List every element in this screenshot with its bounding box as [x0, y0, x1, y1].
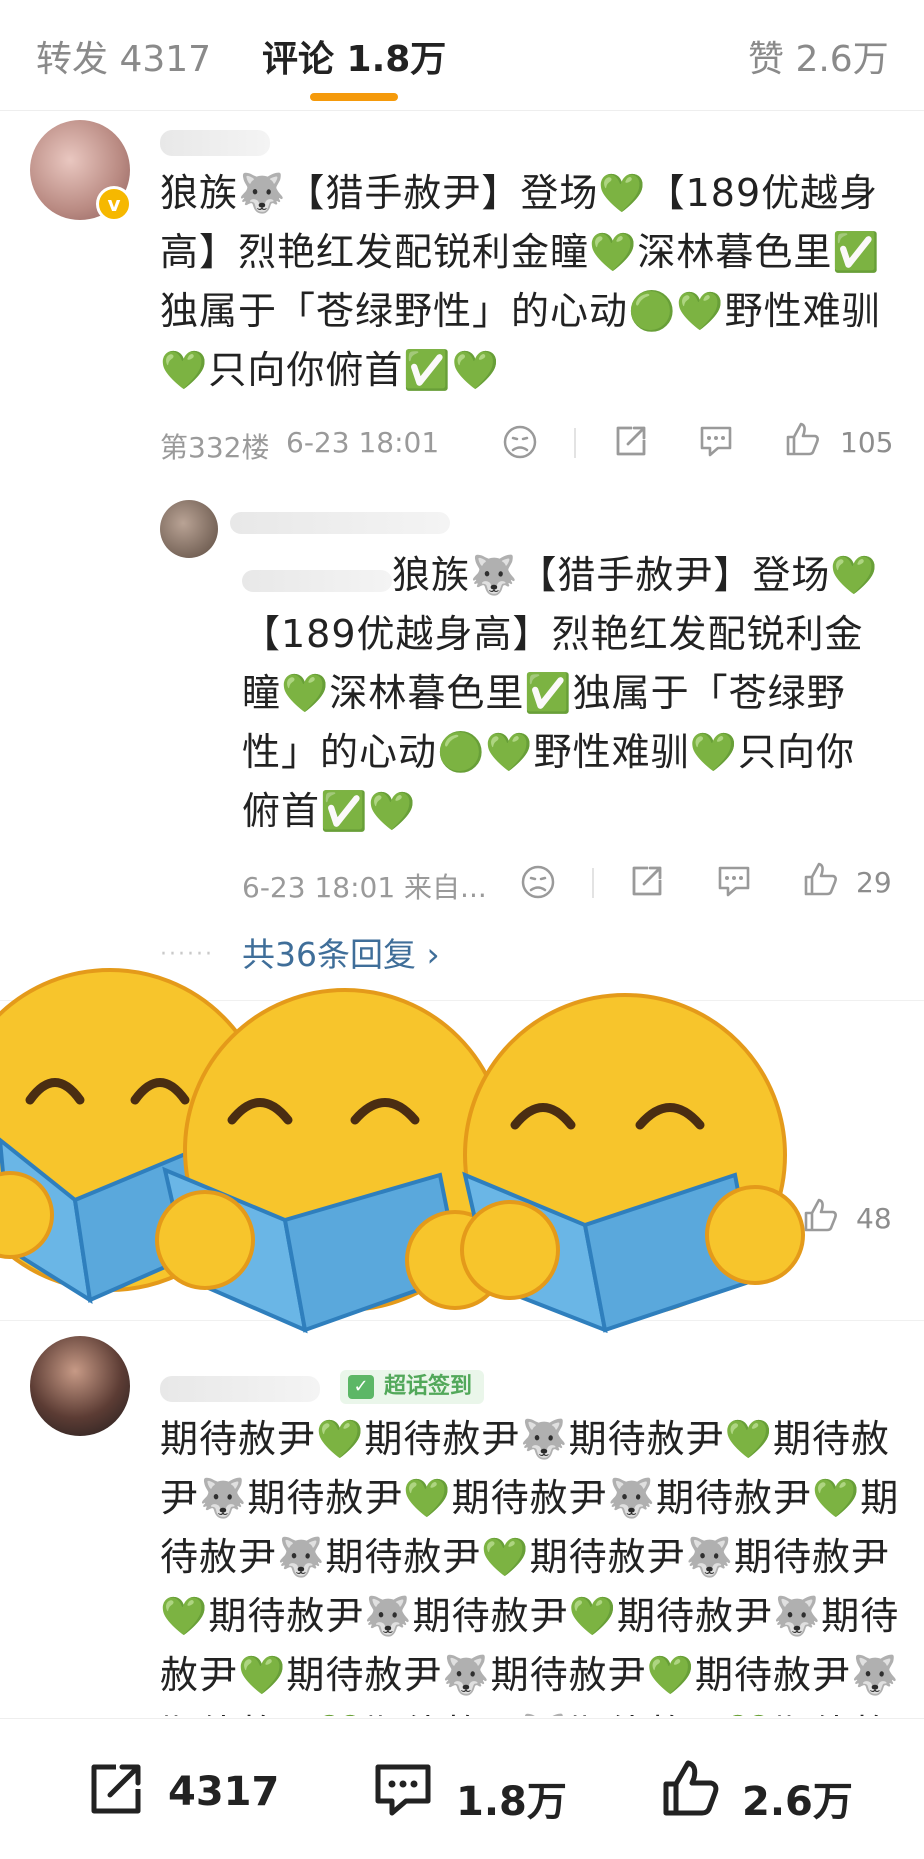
bottom-action-bar: 4317 1.8万 2.6万 — [0, 1718, 924, 1859]
like-icon — [663, 1760, 719, 1816]
reply-time-source: 6-23 18:01 来自... — [242, 871, 487, 904]
like-button[interactable]: 2.6万 — [658, 1757, 878, 1825]
comment-floor: 第332楼 — [160, 431, 270, 464]
comment-button[interactable]: 1.8万 — [370, 1757, 570, 1825]
reading-emoji-sticker — [0, 968, 805, 1334]
check-icon: ✓ — [348, 1375, 374, 1399]
reply-text: 狼族🐺【猎手赦尹】登场💚【189优越身高】烈艳红发配锐利金瞳💚深林暮色里✅独属于… — [242, 553, 879, 833]
comment-count: 1.8万 — [456, 1779, 567, 1825]
comment-icon[interactable] — [696, 422, 736, 460]
repost-button[interactable]: 4317 — [84, 1757, 284, 1821]
username-redacted[interactable] — [160, 130, 270, 156]
like-count: 105 — [840, 426, 894, 459]
tab-repost[interactable]: 转发 4317 — [36, 30, 211, 82]
super-topic-checkin-badge: ✓ 超话签到 — [340, 1370, 485, 1404]
share-icon[interactable] — [628, 862, 666, 900]
avatar[interactable] — [30, 1336, 130, 1436]
reply-avatar[interactable] — [160, 500, 218, 558]
comment-icon — [375, 1764, 431, 1816]
divider — [574, 428, 576, 458]
active-tab-indicator — [310, 93, 398, 101]
like-count: 48 — [856, 1202, 892, 1235]
comment-tabs: 转发 4317 评论 1.8万 赞 2.6万 — [0, 0, 924, 111]
dislike-face-icon[interactable] — [502, 424, 538, 460]
comment-text: 狼族🐺【猎手赦尹】登场💚【189优越身高】烈艳红发配锐利金瞳💚深林暮色里✅独属于… — [160, 171, 881, 392]
comment-icon[interactable] — [714, 862, 754, 900]
share-icon[interactable] — [612, 422, 650, 460]
like-icon[interactable] — [782, 420, 822, 460]
comment-text: 期待赦尹💚期待赦尹🐺期待赦尹💚期待赦尹🐺期待赦尹💚期待赦尹🐺期待赦尹💚期待赦尹🐺… — [160, 1417, 900, 1716]
comment-time: 6-23 18:01 — [286, 426, 440, 459]
dislike-face-icon[interactable] — [520, 864, 556, 900]
verified-badge-icon: v — [96, 186, 132, 222]
reply-username-redacted[interactable] — [230, 512, 450, 534]
share-icon — [91, 1764, 141, 1814]
like-icon[interactable] — [800, 860, 840, 900]
divider — [592, 868, 594, 898]
tab-likes[interactable]: 赞 2.6万 — [748, 30, 889, 82]
repost-count: 4317 — [168, 1769, 280, 1815]
username-redacted[interactable] — [160, 1376, 320, 1402]
tab-comments[interactable]: 评论 1.8万 — [262, 30, 446, 82]
like-count: 2.6万 — [742, 1779, 853, 1825]
like-count: 29 — [856, 866, 892, 899]
